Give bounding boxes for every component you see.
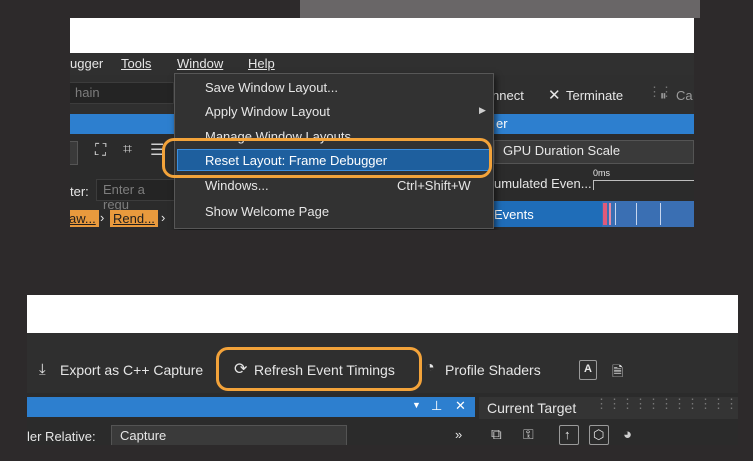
filter-label: ter: [70, 184, 89, 199]
menu-item-windows[interactable]: Windows... [205, 178, 269, 193]
export-icon: ⤓ [39, 361, 46, 378]
menu-item-show-welcome-page[interactable]: Show Welcome Page [205, 204, 329, 219]
event-timeline-header: er [494, 114, 694, 134]
capture-button[interactable]: Ca [676, 88, 693, 103]
more-chevron-icon[interactable]: » [455, 427, 462, 442]
dropdown-arrow-icon[interactable]: ▼ [412, 400, 421, 410]
dropdown-edge[interactable] [70, 141, 78, 165]
breadcrumb-separator: › [100, 210, 105, 225]
collapse-icon[interactable]: ⌗ [123, 141, 132, 159]
search-placeholder: hain [75, 85, 100, 100]
profile-icon: ◔ [425, 359, 435, 376]
fit-icon[interactable]: ⛶ [95, 142, 106, 160]
events-timeline-track [602, 201, 694, 227]
relative-label: ler Relative: [27, 429, 96, 444]
profile-shaders-button[interactable]: Profile Shaders [445, 362, 541, 378]
scale-dropdown-value: GPU Duration Scale [503, 143, 621, 158]
palette-icon[interactable]: ◕ [623, 426, 632, 443]
current-target-title: Current Target [487, 400, 577, 416]
menu-item-apply-window-layout[interactable]: Apply Window Layout [205, 104, 330, 119]
document-icon[interactable]: 🗎 [610, 360, 628, 380]
relative-dropdown[interactable]: Capture [111, 425, 347, 445]
close-panel-icon[interactable]: ✕ [455, 398, 466, 414]
filter-input[interactable]: Enter a regu [96, 179, 176, 212]
menu-item-save-window-layout[interactable]: Save Window Layout... [205, 80, 338, 95]
pin-icon[interactable]: ⊥ [431, 398, 442, 414]
event-bar [615, 203, 616, 225]
timeline-panel-header: ▼ ⊥ ✕ [27, 397, 475, 417]
menu-debugger[interactable]: ugger [70, 56, 103, 71]
white-gap [27, 295, 738, 333]
pause-icon: ⏸ [660, 88, 667, 103]
top-screenshot-crop: ugger Tools Window Help hain nnect ✕ Ter… [70, 18, 694, 230]
reset-layout-highlight-ring [162, 138, 492, 178]
window-icon[interactable]: ⧉ [491, 426, 502, 443]
text-document-icon[interactable]: A [579, 360, 597, 380]
windows-shortcut: Ctrl+Shift+W [397, 178, 471, 193]
event-bar [636, 203, 637, 225]
event-bar [609, 203, 611, 225]
menu-help[interactable]: Help [248, 56, 275, 71]
white-gap [70, 18, 694, 53]
menu-tools[interactable]: Tools [121, 56, 151, 71]
background-window-strip [300, 0, 700, 18]
header-grip-icon: ⋮⋮⋮⋮⋮⋮⋮⋮⋮⋮⋮ [595, 396, 738, 411]
connect-button[interactable]: nnect [492, 88, 524, 103]
events-row[interactable]: Events [494, 201, 602, 227]
left-panel-header [70, 114, 174, 134]
breadcrumb-draw[interactable]: aw... [70, 210, 99, 227]
lock-icon[interactable]: ⚿ [523, 426, 534, 443]
event-bar [660, 203, 661, 225]
panel-header-title: er [496, 116, 508, 131]
arrow-up-icon[interactable]: ↑ [559, 425, 579, 445]
filter-placeholder: Enter a regu [103, 182, 145, 212]
menu-window[interactable]: Window [177, 56, 223, 71]
events-label: Events [494, 207, 534, 222]
submenu-arrow-icon: ▶ [479, 105, 486, 115]
close-icon: ✕ [548, 87, 561, 104]
ms-tick-label: 0ms [593, 168, 611, 178]
breadcrumb-separator: › [161, 210, 166, 225]
search-input[interactable]: hain [70, 82, 174, 104]
timeline-axis [593, 180, 694, 181]
bottom-screenshot-crop: ⤓ Export as C++ Capture ⟳ Refresh Event … [27, 295, 738, 445]
event-bar [603, 203, 607, 225]
timeline-tick [593, 180, 594, 190]
export-cpp-button[interactable]: Export as C++ Capture [60, 362, 203, 378]
refresh-highlight-ring [216, 347, 422, 391]
cube-icon[interactable]: ⬡ [589, 425, 609, 445]
terminate-button[interactable]: Terminate [566, 88, 623, 103]
cumulated-events-label: umulated Even... [494, 176, 592, 191]
relative-dropdown-value: Capture [120, 428, 167, 443]
breadcrumb-render[interactable]: Rend... [110, 210, 158, 227]
scale-dropdown[interactable]: GPU Duration Scale [494, 140, 694, 164]
current-target-header: Current Target ⋮⋮⋮⋮⋮⋮⋮⋮⋮⋮⋮ [479, 396, 738, 419]
menubar: ugger Tools Window Help [70, 53, 694, 75]
